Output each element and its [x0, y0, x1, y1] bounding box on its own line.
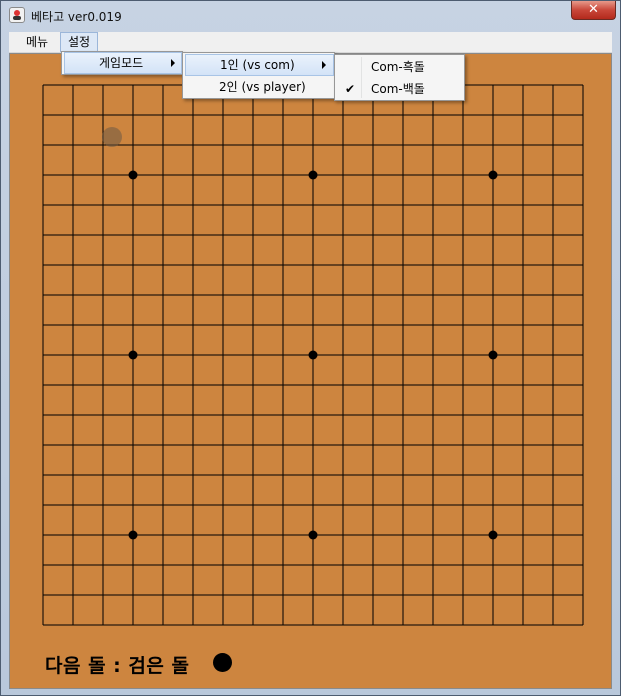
menu-item-com-black[interactable]: Com-흑돌: [337, 56, 464, 78]
go-board[interactable]: [10, 54, 611, 688]
app-window: 베타고 ver0.019 ✕ 메뉴 설정 다음 돌 : 검은 돌: [0, 0, 621, 696]
next-stone-status: 다음 돌 : 검은 돌: [45, 655, 190, 677]
star-point: [308, 530, 318, 540]
menu-item-two-player-label: 2인 (vs player): [219, 80, 306, 94]
hover-stone-preview: [102, 127, 122, 147]
menu-item-gamemode-label: 게임모드: [99, 56, 144, 70]
star-point: [488, 350, 498, 360]
star-point: [488, 530, 498, 540]
menu-item-two-player[interactable]: 2인 (vs player): [185, 76, 334, 98]
star-point: [308, 350, 318, 360]
window-title: 베타고 ver0.019: [31, 10, 122, 24]
next-stone-icon: [213, 653, 232, 672]
menu-item-single-player[interactable]: 1인 (vs com): [185, 54, 334, 76]
menu-settings[interactable]: 설정: [60, 32, 99, 52]
star-point: [128, 170, 138, 180]
menu-bar: 메뉴 설정: [9, 32, 612, 53]
menu-main[interactable]: 메뉴: [19, 32, 55, 52]
game-area: [9, 53, 612, 689]
star-point: [308, 170, 318, 180]
submenu-arrow-icon: [322, 61, 326, 69]
settings-dropdown: 게임모드: [61, 51, 183, 75]
app-icon[interactable]: [9, 7, 25, 23]
gamemode-submenu: 1인 (vs com) 2인 (vs player): [182, 52, 335, 99]
submenu-arrow-icon: [171, 59, 175, 67]
title-bar[interactable]: 베타고 ver0.019 ✕: [1, 1, 620, 31]
com-color-submenu: Com-흑돌 ✔ Com-백돌: [334, 54, 465, 101]
close-button[interactable]: ✕: [571, 1, 616, 20]
star-point: [128, 530, 138, 540]
checkmark-icon: ✔: [345, 82, 356, 96]
star-point: [488, 170, 498, 180]
menu-item-com-black-label: Com-흑돌: [371, 60, 425, 74]
menu-item-com-white[interactable]: ✔ Com-백돌: [337, 78, 464, 100]
menu-item-com-white-label: Com-백돌: [371, 82, 425, 96]
menu-item-single-player-label: 1인 (vs com): [220, 58, 295, 72]
star-point: [128, 350, 138, 360]
menu-item-gamemode[interactable]: 게임모드: [64, 52, 182, 74]
